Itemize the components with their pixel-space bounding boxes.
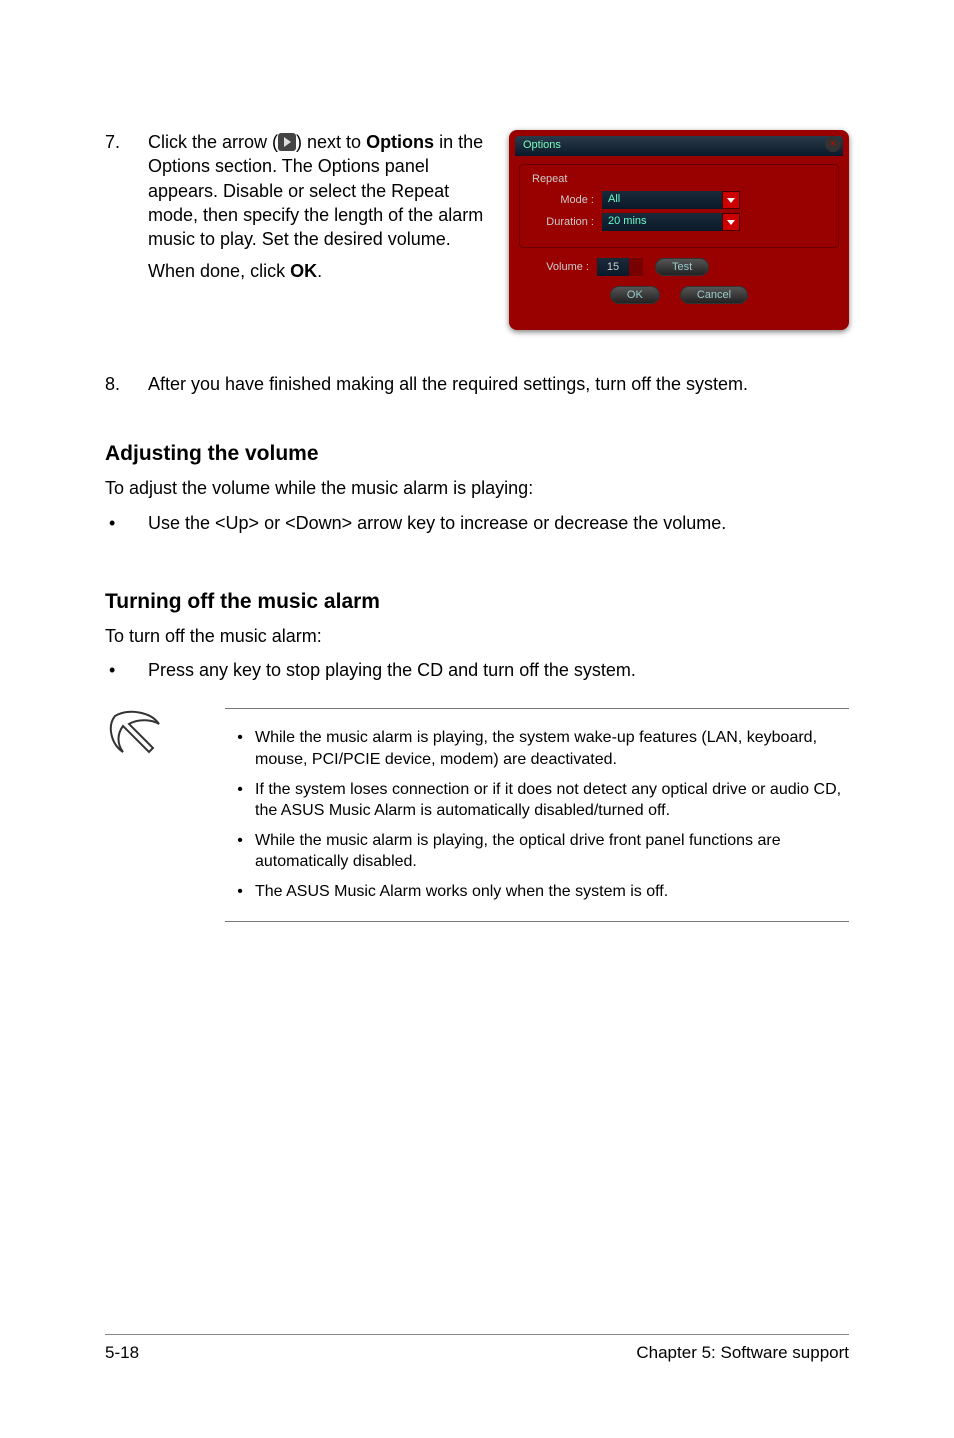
bullet-dot: • — [105, 511, 148, 535]
bullet-dot: • — [225, 727, 255, 770]
cancel-button[interactable]: Cancel — [680, 286, 748, 304]
note-text: If the system loses connection or if it … — [255, 779, 849, 822]
volume-label: Volume : — [519, 261, 597, 273]
repeat-label: Repeat — [532, 173, 826, 185]
chevron-down-icon[interactable] — [722, 213, 740, 231]
options-panel: Options × Repeat Mode : All Duration : 2… — [509, 130, 849, 330]
bullet-dot: • — [225, 881, 255, 903]
note-icon — [109, 710, 165, 756]
step-8-text: After you have finished making all the r… — [148, 372, 849, 396]
step-8-number: 8. — [105, 372, 148, 396]
panel-title: Options — [515, 136, 843, 156]
ok-button[interactable]: OK — [610, 286, 660, 304]
adjusting-bullet: Use the <Up> or <Down> arrow key to incr… — [148, 511, 726, 535]
chevron-down-icon[interactable] — [722, 191, 740, 209]
chapter-title: Chapter 5: Software support — [636, 1343, 849, 1363]
duration-select[interactable]: 20 mins — [602, 213, 722, 231]
turning-off-intro: To turn off the music alarm: — [105, 624, 849, 648]
page-number: 5-18 — [105, 1343, 139, 1363]
bullet-dot: • — [225, 779, 255, 822]
close-icon[interactable]: × — [825, 136, 841, 152]
test-button[interactable]: Test — [655, 258, 709, 276]
duration-label: Duration : — [532, 216, 602, 228]
note-text: While the music alarm is playing, the sy… — [255, 727, 849, 770]
bullet-dot: • — [105, 658, 148, 682]
mode-label: Mode : — [532, 194, 602, 206]
adjusting-heading: Adjusting the volume — [105, 442, 849, 466]
note-text: While the music alarm is playing, the op… — [255, 830, 849, 873]
turning-off-bullet: Press any key to stop playing the CD and… — [148, 658, 636, 682]
bullet-dot: • — [225, 830, 255, 873]
adjusting-intro: To adjust the volume while the music ala… — [105, 476, 849, 500]
step-7-number: 7. — [105, 130, 148, 284]
volume-value[interactable]: 15 — [597, 258, 629, 276]
note-text: The ASUS Music Alarm works only when the… — [255, 881, 668, 903]
turning-off-heading: Turning off the music alarm — [105, 590, 849, 614]
volume-stepper[interactable] — [629, 258, 643, 276]
step-7-text: Click the arrow () next to Options in th… — [148, 130, 499, 284]
arrow-icon — [278, 133, 296, 151]
mode-select[interactable]: All — [602, 191, 722, 209]
